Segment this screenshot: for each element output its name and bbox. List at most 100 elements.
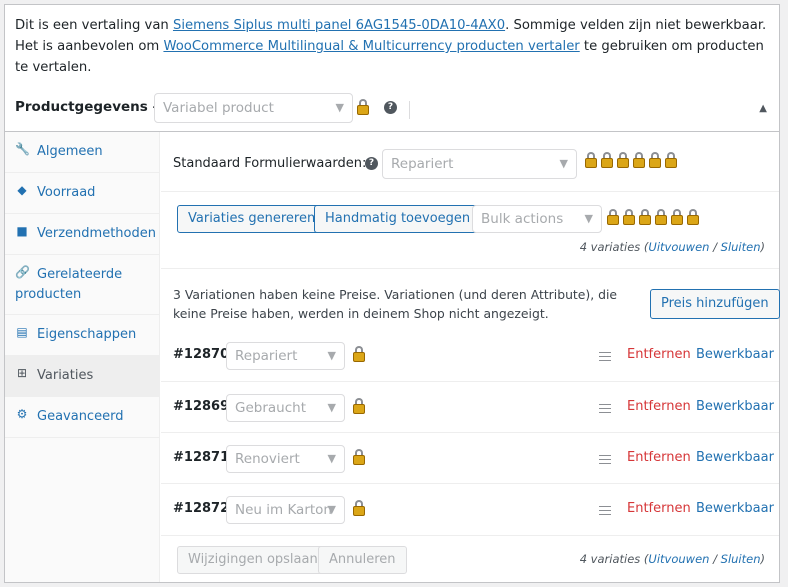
tab-inventory[interactable]: ◆ Voorraad (5, 173, 160, 214)
product-type-select[interactable]: Variabel product ▼ (154, 93, 353, 123)
tab-linked-products[interactable]: 🔗 Gerelateerde producten (5, 255, 160, 315)
tab-label: Geavanceerd (37, 409, 124, 424)
tab-label: Gerelateerde producten (15, 267, 123, 302)
variation-row[interactable]: #12872 Neu im Karton ▼ Entfernen Bewerkb… (161, 484, 779, 535)
grid-icon: ⊞ (16, 366, 28, 380)
lock-icon (687, 209, 699, 225)
tag-icon: ◆ (17, 183, 27, 197)
tab-label: Verzendmethoden (37, 226, 156, 241)
missing-prices-notice: 3 Variationen haben keine Preise. Variat… (173, 287, 618, 321)
remove-variation-link[interactable]: Entfernen (627, 501, 691, 516)
drag-handle-icon[interactable] (599, 506, 611, 515)
variation-attribute-select[interactable]: Gebraucht ▼ (226, 394, 345, 422)
translator-link[interactable]: WooCommerce Multilingual & Multicurrency… (163, 39, 579, 54)
tab-label: Algemeen (37, 144, 103, 159)
variation-id: #12872 (173, 501, 230, 516)
variation-row[interactable]: #12869 Gebraucht ▼ Entfernen Bewerkbaar (161, 382, 779, 433)
remove-variation-link[interactable]: Entfernen (627, 347, 691, 362)
lock-icon (671, 209, 683, 225)
lock-icon (353, 346, 365, 362)
lock-icon (649, 152, 661, 168)
variation-id: #12871 (173, 450, 230, 465)
expand-all-link[interactable]: Uitvouwen (648, 240, 709, 254)
variation-attribute-select[interactable]: Renoviert ▼ (226, 445, 345, 473)
lock-icon (357, 99, 369, 115)
drag-handle-icon[interactable] (599, 455, 611, 464)
default-attribute-value: Repariert (391, 156, 454, 172)
chevron-down-icon: ▼ (327, 452, 336, 465)
count-text: 4 variaties ( (579, 240, 649, 254)
variation-attribute-select[interactable]: Repariert ▼ (226, 342, 345, 370)
lock-icon (655, 209, 667, 225)
product-type-value: Variabel product (163, 100, 274, 116)
lock-icon (607, 209, 619, 225)
divider (161, 191, 779, 192)
lock-icon (617, 152, 629, 168)
save-changes-button[interactable]: Wijzigingen opslaan (177, 546, 329, 574)
collapse-arrow-icon[interactable]: ▲ (759, 103, 767, 114)
lock-icon (353, 500, 365, 516)
variation-attribute-value: Renoviert (235, 451, 300, 467)
manual-add-variation-button[interactable]: Handmatig toevoegen (314, 205, 482, 233)
close-all-link[interactable]: Sluiten (721, 240, 761, 254)
expand-all-link[interactable]: Uitvouwen (648, 552, 709, 566)
variation-attribute-value: Gebraucht (235, 400, 306, 416)
cancel-button[interactable]: Annuleren (318, 546, 407, 574)
chevron-down-icon: ▼ (327, 401, 336, 414)
variations-count: 4 variaties (Uitvouwen / Sluiten) (580, 552, 765, 566)
tab-attributes[interactable]: ▤ Eigenschappen (5, 315, 160, 356)
variation-row[interactable]: #12871 Renoviert ▼ Entfernen Bewerkbaar (161, 433, 779, 484)
edit-variation-link[interactable]: Bewerkbaar (696, 347, 774, 362)
count-text: 4 variaties ( (579, 552, 649, 566)
product-data-tabs: 🔧 Algemeen ◆ Voorraad ■ Verzendmethoden … (5, 132, 160, 582)
product-data-header: Productgegevens — Variabel product ▼ ? ▲ (5, 93, 779, 131)
tab-advanced[interactable]: ⚙ Geavanceerd (5, 397, 160, 438)
chevron-down-icon: ▼ (584, 212, 593, 225)
default-form-values-label: Standaard Formulierwaarden: (173, 156, 367, 171)
count-end: ) (760, 552, 766, 566)
tab-shipping[interactable]: ■ Verzendmethoden (5, 214, 160, 255)
remove-variation-link[interactable]: Entfernen (627, 450, 691, 465)
drag-handle-icon[interactable] (599, 404, 611, 413)
chevron-down-icon: ▼ (327, 503, 336, 516)
count-separator: / (709, 240, 721, 254)
tab-general[interactable]: 🔧 Algemeen (5, 132, 160, 173)
table-icon: ▤ (16, 325, 28, 339)
edit-variation-link[interactable]: Bewerkbaar (696, 450, 774, 465)
lock-icon (633, 152, 645, 168)
tab-variations[interactable]: ⊞ Variaties (5, 356, 160, 397)
close-all-link[interactable]: Sluiten (721, 552, 761, 566)
default-attribute-select[interactable]: Repariert ▼ (382, 149, 577, 179)
wrench-icon: 🔧 (15, 142, 30, 156)
product-data-label: Productgegevens — (15, 99, 166, 115)
add-price-button[interactable]: Preis hinzufügen (650, 289, 780, 319)
lock-icon (585, 152, 597, 168)
variation-id: #12869 (173, 399, 230, 414)
count-separator: / (709, 552, 721, 566)
variation-id: #12870 (173, 347, 230, 362)
lock-icon (623, 209, 635, 225)
chevron-down-icon: ▼ (327, 349, 336, 362)
tab-label: Eigenschappen (37, 327, 137, 342)
gear-icon: ⚙ (16, 407, 28, 421)
variations-panel: Standaard Formulierwaarden: ? Repariert … (161, 132, 780, 582)
chevron-down-icon: ▼ (559, 157, 568, 170)
variation-attribute-value: Repariert (235, 348, 298, 364)
bulk-actions-select[interactable]: Bulk actions ▼ (472, 205, 602, 233)
divider (161, 535, 779, 536)
generate-variations-button[interactable]: Variaties genereren (177, 205, 327, 233)
original-product-link[interactable]: Siemens Siplus multi panel 6AG1545-0DA10… (173, 18, 505, 33)
help-icon[interactable]: ? (384, 101, 397, 114)
variation-attribute-select[interactable]: Neu im Karton ▼ (226, 496, 345, 524)
lock-icon (665, 152, 677, 168)
lock-icon (353, 398, 365, 414)
help-icon[interactable]: ? (365, 157, 378, 170)
drag-handle-icon[interactable] (599, 352, 611, 361)
translation-notice: Dit is een vertaling van Siemens Siplus … (15, 15, 771, 78)
edit-variation-link[interactable]: Bewerkbaar (696, 399, 774, 414)
notice-text: Dit is een vertaling van (15, 18, 173, 33)
remove-variation-link[interactable]: Entfernen (627, 399, 691, 414)
variation-attribute-value: Neu im Karton (235, 502, 332, 518)
variation-row[interactable]: #12870 Repariert ▼ Entfernen Bewerkbaar (161, 330, 779, 381)
edit-variation-link[interactable]: Bewerkbaar (696, 501, 774, 516)
